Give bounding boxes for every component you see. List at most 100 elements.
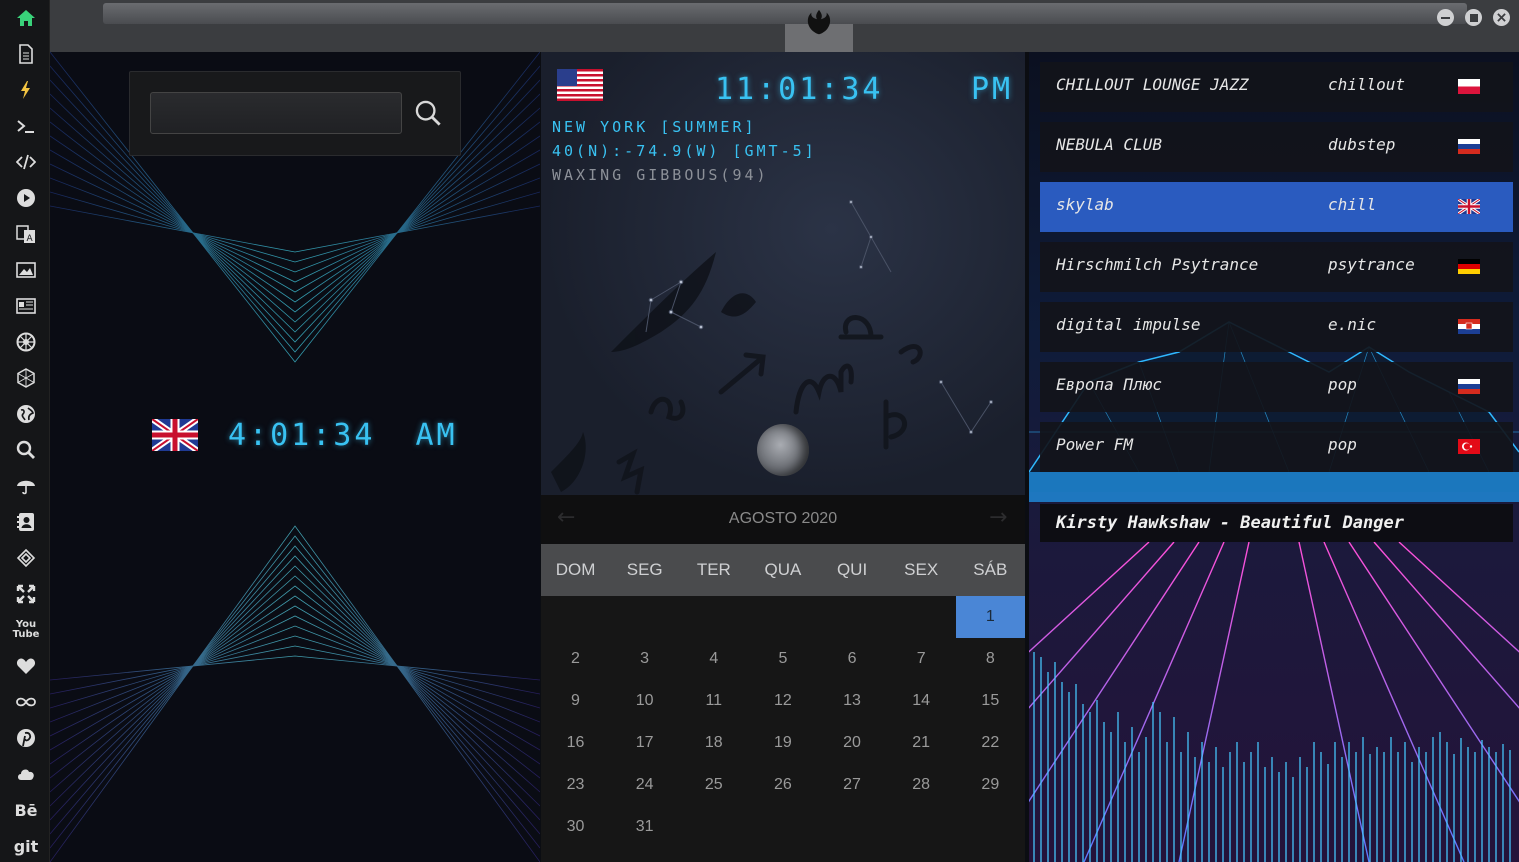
- calendar-day[interactable]: 9: [541, 680, 610, 722]
- maximize-icon[interactable]: [1465, 9, 1482, 26]
- title-bar[interactable]: [50, 0, 1519, 52]
- station-row[interactable]: CHILLOUT LOUNGE JAZZ chillout: [1040, 62, 1513, 112]
- pinterest-icon[interactable]: [13, 725, 39, 751]
- search-widget: [129, 71, 461, 156]
- russia-flag: [1458, 139, 1480, 154]
- heart-icon[interactable]: [13, 653, 39, 679]
- weekday-label: SEX: [904, 560, 939, 579]
- code-icon[interactable]: [13, 149, 39, 175]
- weekday-label: QUI: [836, 560, 868, 579]
- local-time: 4:01:34: [228, 417, 376, 453]
- germany-flag: [1458, 259, 1480, 274]
- calendar-day[interactable]: 19: [748, 722, 817, 764]
- document-icon[interactable]: [13, 41, 39, 67]
- search-input[interactable]: [150, 92, 402, 134]
- calendar-day[interactable]: 25: [679, 764, 748, 806]
- station-row[interactable]: digital impulse e.nic: [1040, 302, 1513, 352]
- contact-icon[interactable]: [13, 509, 39, 535]
- search-icon[interactable]: [410, 96, 446, 130]
- moon-phase-label: WAXING GIBBOUS(94): [552, 166, 769, 184]
- world-clock-panel: 11:01:34 PM NEW YORK [SUMMER] 40(N):-74.…: [541, 52, 1025, 495]
- umbrella-icon[interactable]: [13, 473, 39, 499]
- radio-panel: CHILLOUT LOUNGE JAZZ chillout NEBULA CLUB d…: [1029, 52, 1519, 862]
- now-playing-bar: Kirsty Hawkshaw - Beautiful Danger: [1040, 504, 1513, 542]
- image-icon[interactable]: [13, 257, 39, 283]
- calendar-header: ← AGOSTO 2020 →: [541, 495, 1025, 544]
- rebel-icon[interactable]: [13, 329, 39, 355]
- left-panel: 4:01:34 AM: [50, 52, 540, 862]
- calendar-day[interactable]: 5: [748, 638, 817, 680]
- expand-icon[interactable]: [13, 581, 39, 607]
- news-icon[interactable]: [13, 293, 39, 319]
- calendar-day[interactable]: 11: [679, 680, 748, 722]
- calendar-day[interactable]: 29: [956, 764, 1025, 806]
- calendar-day[interactable]: 31: [610, 806, 679, 848]
- codepen-icon[interactable]: [13, 545, 39, 571]
- station-genre: chillout: [1328, 75, 1406, 94]
- line-art-background: [50, 52, 540, 862]
- globe-icon[interactable]: [13, 401, 39, 427]
- station-genre: dubstep: [1328, 135, 1396, 154]
- cloud-icon[interactable]: [13, 761, 39, 787]
- minimize-icon[interactable]: [1437, 9, 1454, 26]
- station-genre: psytrance: [1328, 255, 1415, 274]
- calendar-day[interactable]: 3: [610, 638, 679, 680]
- remote-time: 11:01:34: [715, 72, 884, 107]
- calendar-title: AGOSTO 2020: [728, 510, 838, 527]
- calendar-day[interactable]: 20: [818, 722, 887, 764]
- station-row[interactable]: skylab chill: [1040, 182, 1513, 232]
- station-row[interactable]: Европа Плюс pop: [1040, 362, 1513, 412]
- behance-icon[interactable]: Bē: [13, 797, 39, 823]
- svg-text:A: A: [27, 234, 34, 244]
- calendar-day[interactable]: 26: [748, 764, 817, 806]
- weekday-label: SÁB: [973, 560, 1008, 579]
- station-row[interactable]: NEBULA CLUB dubstep: [1040, 122, 1513, 172]
- station-row[interactable]: Hirschmilch Psytrance psytrance: [1040, 242, 1513, 292]
- calendar-day[interactable]: 21: [887, 722, 956, 764]
- empire-icon[interactable]: [13, 365, 39, 391]
- calendar-day[interactable]: 14: [887, 680, 956, 722]
- calendar-day[interactable]: 10: [610, 680, 679, 722]
- calendar-day[interactable]: 8: [956, 638, 1025, 680]
- weekday-label: TER: [696, 560, 731, 579]
- calendar-day[interactable]: 2: [541, 638, 610, 680]
- calendar-day[interactable]: 4: [679, 638, 748, 680]
- station-row[interactable]: Power FM pop: [1040, 422, 1513, 472]
- search-icon[interactable]: [13, 437, 39, 463]
- calendar-day[interactable]: 12: [748, 680, 817, 722]
- station-name: NEBULA CLUB: [1056, 135, 1162, 154]
- lightning-icon[interactable]: [13, 77, 39, 103]
- calendar-day[interactable]: 22: [956, 722, 1025, 764]
- calendar-day[interactable]: 30: [541, 806, 610, 848]
- calendar-day[interactable]: 17: [610, 722, 679, 764]
- station-name: skylab: [1056, 195, 1114, 214]
- calendar-day[interactable]: 13: [818, 680, 887, 722]
- uk-flag: [1458, 199, 1480, 214]
- home-icon[interactable]: [13, 5, 39, 31]
- station-genre: pop: [1328, 375, 1357, 394]
- calendar-day[interactable]: 27: [818, 764, 887, 806]
- translate-icon[interactable]: A: [13, 221, 39, 247]
- play-icon[interactable]: [13, 185, 39, 211]
- close-icon[interactable]: [1493, 9, 1510, 26]
- youtube-icon[interactable]: You Tube: [13, 617, 40, 643]
- calendar-day[interactable]: 24: [610, 764, 679, 806]
- git-icon[interactable]: git: [13, 833, 39, 859]
- calendar-day[interactable]: 7: [887, 638, 956, 680]
- station-name: Европа Плюс: [1056, 375, 1162, 394]
- calendar-day[interactable]: 15: [956, 680, 1025, 722]
- calendar-day[interactable]: 16: [541, 722, 610, 764]
- calendar-day[interactable]: 6: [818, 638, 887, 680]
- rebel-alliance-icon: [803, 3, 835, 41]
- calendar-next-button[interactable]: →: [989, 505, 1007, 530]
- calendar-day[interactable]: 23: [541, 764, 610, 806]
- logo-tab[interactable]: [785, 0, 853, 52]
- station-name: CHILLOUT LOUNGE JAZZ: [1056, 75, 1249, 94]
- calendar-day-selected[interactable]: 1: [955, 596, 1025, 638]
- infinity-icon[interactable]: [13, 689, 39, 715]
- calendar-day[interactable]: 18: [679, 722, 748, 764]
- station-genre: pop: [1328, 435, 1357, 454]
- terminal-icon[interactable]: [13, 113, 39, 139]
- calendar-day[interactable]: 28: [887, 764, 956, 806]
- weekday-label: QUA: [764, 560, 802, 579]
